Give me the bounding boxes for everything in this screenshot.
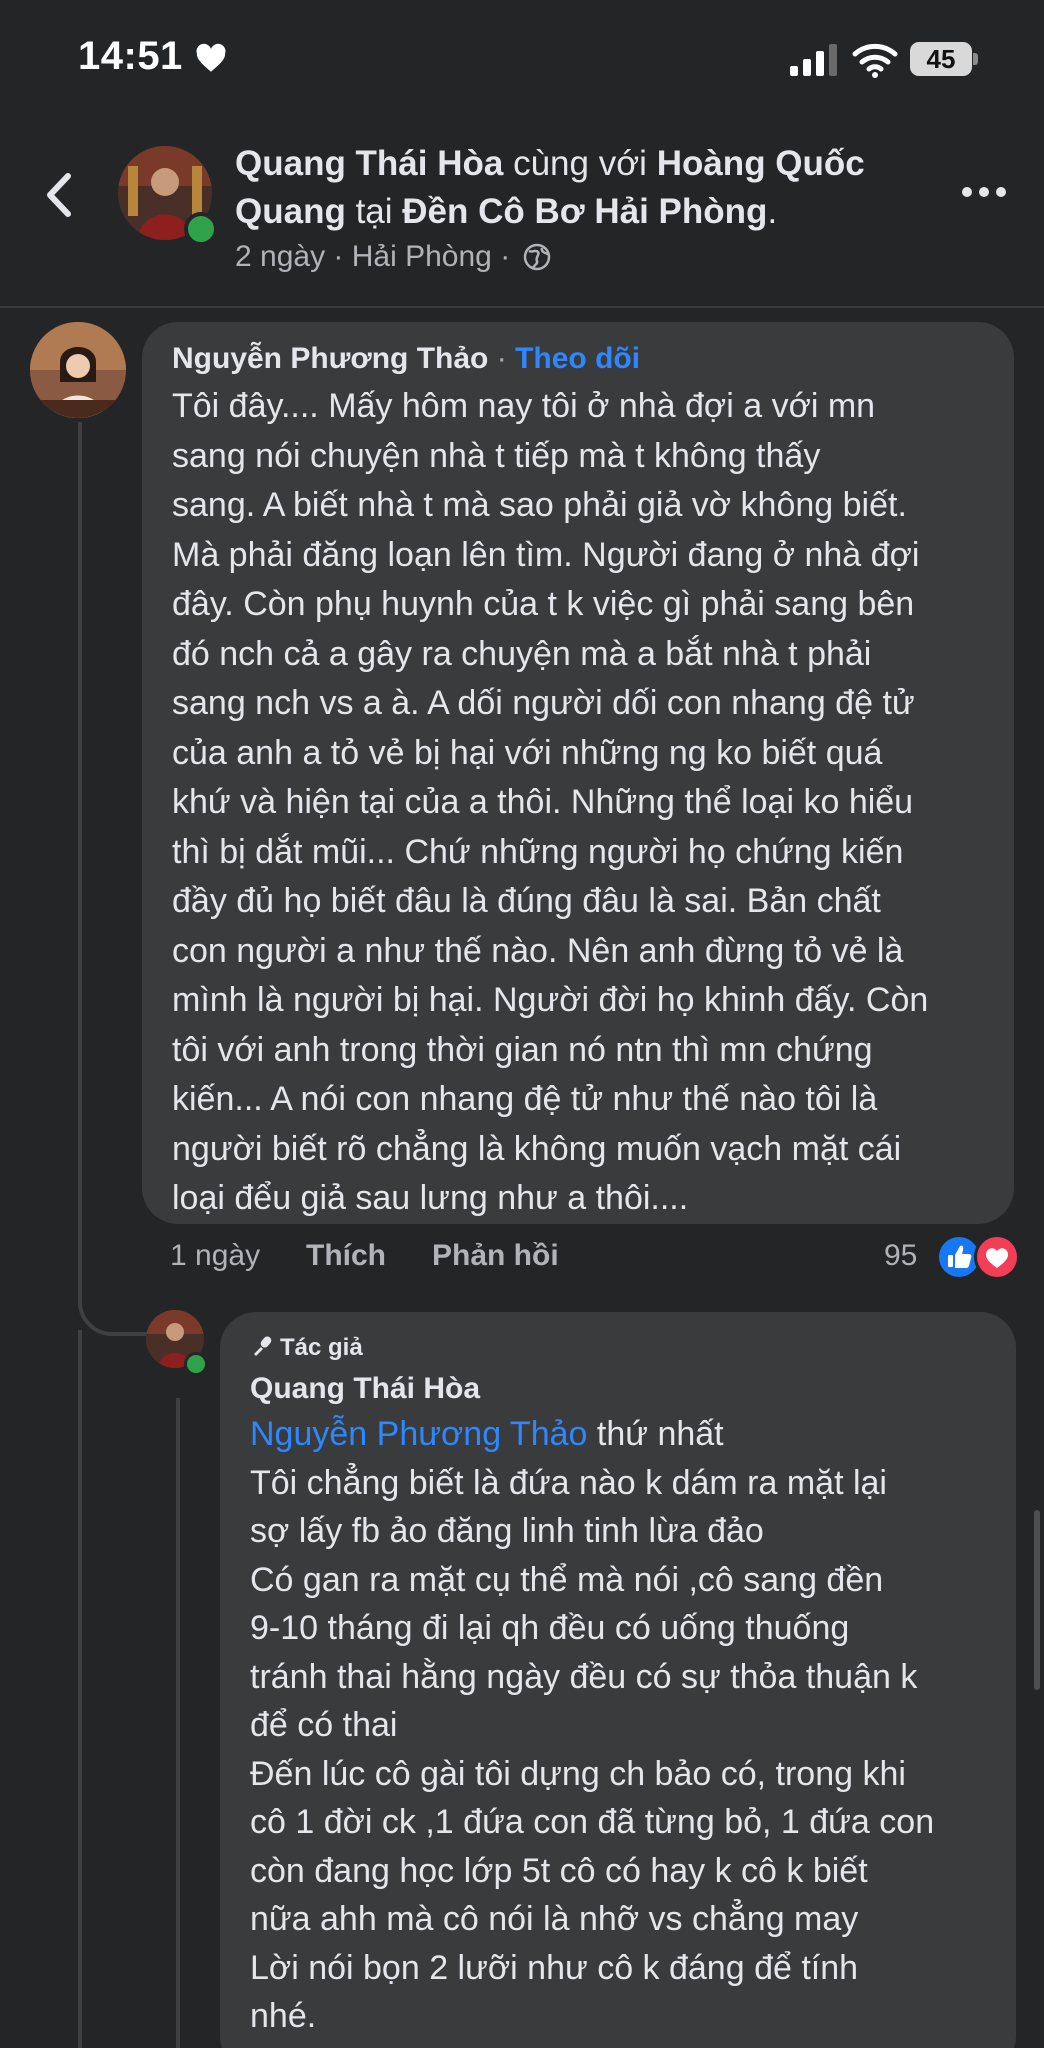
love-reaction-icon[interactable] bbox=[974, 1234, 1020, 1280]
reply-author-name[interactable]: Quang Thái Hòa bbox=[250, 1372, 480, 1406]
post-meta: 2 ngày · Hải Phòng · bbox=[235, 240, 551, 274]
reply-bubble[interactable]: Tác giả Quang Thái Hòa Nguyễn Phương Thả… bbox=[220, 1312, 1016, 2048]
thread-line bbox=[78, 1330, 82, 2048]
status-time: 14:51 bbox=[78, 34, 183, 78]
post-time[interactable]: 2 ngày bbox=[235, 240, 325, 273]
mention-suffix: thứ nhất bbox=[587, 1415, 724, 1453]
thread-connector bbox=[78, 1262, 152, 1336]
microphone-icon bbox=[254, 1336, 272, 1356]
author-badge: Tác giả bbox=[250, 1334, 363, 1362]
mention-link[interactable]: Nguyễn Phương Thảo bbox=[250, 1415, 587, 1453]
status-bar: 14:51 45 bbox=[0, 0, 1044, 120]
signal-icon bbox=[790, 44, 837, 76]
heart-reaction-icon bbox=[986, 1248, 1008, 1268]
more-icon[interactable] bbox=[960, 182, 1008, 202]
reply-thread-line bbox=[176, 1398, 180, 2048]
thread-line bbox=[78, 422, 82, 1302]
scrollbar[interactable] bbox=[1034, 1510, 1040, 1690]
with-word: cùng với bbox=[513, 144, 647, 183]
post-title: Quang Thái Hòa cùng với Hoàng Quốc Quang… bbox=[235, 140, 935, 236]
online-status-dot bbox=[184, 1352, 208, 1376]
battery-nub bbox=[973, 53, 978, 65]
comment-bubble[interactable]: Nguyễn Phương Thảo · Theo dõi Tôi đây...… bbox=[142, 322, 1014, 1224]
globe-icon bbox=[523, 243, 550, 271]
wifi-icon bbox=[852, 43, 898, 78]
name-separator: · bbox=[496, 342, 507, 375]
screen: 14:51 45 Quang Thái Hòa cùng với Hoàng Q… bbox=[0, 0, 1044, 2048]
author-name[interactable]: Quang Thái Hòa bbox=[235, 144, 503, 183]
author-badge-label: Tác giả bbox=[280, 1334, 363, 1361]
avatar-image bbox=[30, 322, 126, 418]
meta-separator: · bbox=[500, 240, 511, 273]
battery-level: 45 bbox=[926, 44, 956, 74]
thumbs-up-icon bbox=[948, 1245, 972, 1268]
comment-time[interactable]: 1 ngày bbox=[170, 1234, 260, 1278]
like-button[interactable]: Thích bbox=[306, 1234, 386, 1278]
comment-text: Tôi đây.... Mấy hôm nay tôi ở nhà đợi a … bbox=[172, 387, 929, 1217]
back-icon[interactable] bbox=[40, 170, 76, 220]
at-word: tại bbox=[355, 192, 393, 231]
post-header: Quang Thái Hòa cùng với Hoàng Quốc Quang… bbox=[0, 120, 1044, 308]
comment-header: Nguyễn Phương Thảo · Theo dõi bbox=[172, 342, 640, 376]
place-name[interactable]: Đền Cô Bơ Hải Phòng bbox=[402, 192, 767, 231]
online-status-dot bbox=[184, 212, 218, 246]
meta-separator: · bbox=[333, 240, 344, 273]
reply-text: Nguyễn Phương Thảo thứ nhất Tôi chẳng bi… bbox=[250, 1410, 1000, 2041]
commenter-avatar[interactable] bbox=[30, 322, 126, 418]
post-location: Hải Phòng bbox=[351, 240, 492, 273]
title-period: . bbox=[767, 192, 778, 231]
commenter-name[interactable]: Nguyễn Phương Thảo bbox=[172, 342, 488, 375]
heart-icon bbox=[196, 43, 226, 72]
reply-button[interactable]: Phản hồi bbox=[432, 1234, 559, 1278]
reaction-count[interactable]: 95 bbox=[884, 1234, 917, 1278]
follow-button[interactable]: Theo dõi bbox=[515, 342, 640, 375]
reply-body: Tôi chẳng biết là đứa nào k dám ra mặt l… bbox=[250, 1463, 935, 2036]
